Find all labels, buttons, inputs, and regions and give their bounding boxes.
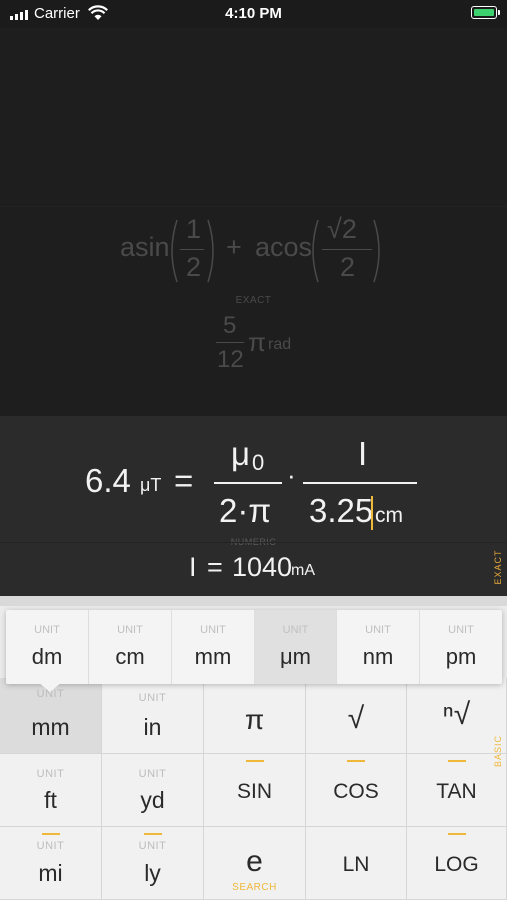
key-label: COS [333, 780, 379, 803]
text-cursor [371, 496, 373, 530]
equals-sign: = [174, 462, 194, 499]
mu-symbol: μ [231, 435, 251, 472]
popup-unit-mm[interactable]: UNIT mm [172, 610, 255, 684]
fraction-bar-left [214, 482, 282, 484]
numerator-right: I [358, 435, 368, 472]
key-nth-root[interactable]: ⁿ√ [407, 678, 507, 754]
key-log[interactable]: LOG [407, 827, 507, 900]
result-value: 1040 [232, 552, 293, 582]
fraction-bar-right [303, 482, 417, 484]
key-label: yd [140, 787, 165, 813]
denominator-left: 2·π [219, 492, 272, 529]
popup-unit-um[interactable]: UNIT μm [255, 610, 337, 684]
key-label: TAN [436, 780, 477, 803]
clock: 4:10 PM [225, 5, 282, 22]
current-expression-panel[interactable]: 6.4 μT = μ 0 2·π · I 3.25 cm NUMERIC I =… [0, 416, 507, 596]
key-in[interactable]: UNIT in [102, 678, 204, 754]
popup-unit-nm[interactable]: UNIT nm [337, 610, 420, 684]
key-yd[interactable]: UNIT yd [102, 754, 204, 827]
right-paren-icon [373, 219, 380, 283]
basic-mode-tab[interactable]: BASIC [493, 731, 503, 771]
unit-label: μm [279, 644, 311, 669]
frac1-denominator: 2 [186, 252, 202, 282]
key-ly[interactable]: UNIT ly [102, 827, 204, 900]
unit-popup: UNIT dm UNIT cm UNIT mm UNIT μm UNIT nm … [6, 610, 502, 684]
status-bar: Carrier 4:10 PM [0, 0, 507, 28]
key-ln[interactable]: LN [306, 827, 407, 900]
unit-label: nm [362, 644, 394, 669]
key-pi[interactable]: π [204, 678, 306, 754]
lhs-value: 6.4 [85, 462, 131, 499]
popup-unit-pm[interactable]: UNIT pm [420, 610, 502, 684]
battery-icon [471, 6, 500, 19]
frac2-denominator: 2 [340, 252, 356, 282]
result-numerator: 5 [223, 312, 237, 339]
frac2-numerator: √2 [327, 214, 357, 244]
key-e[interactable]: e SEARCH [204, 827, 306, 900]
denominator-unit: cm [375, 504, 403, 527]
denominator-value[interactable]: 3.25 [309, 492, 373, 530]
result-denominator: 12 [217, 346, 244, 373]
key-ft[interactable]: UNIT ft [0, 754, 102, 827]
mu-subscript: 0 [252, 450, 265, 475]
popup-unit-dm[interactable]: UNIT dm [6, 610, 89, 684]
left-paren-icon [171, 219, 178, 283]
key-mi[interactable]: UNIT mi [0, 827, 102, 900]
result-pi: π [248, 327, 266, 357]
popup-caret [38, 682, 62, 692]
left-paren-icon [312, 219, 319, 283]
key-label: SIN [236, 780, 272, 803]
acos-function: acos [255, 232, 313, 262]
key-label: ly [144, 860, 161, 886]
right-paren-icon [207, 219, 214, 283]
key-label: mm [31, 714, 70, 740]
popup-unit-cm[interactable]: UNIT cm [89, 610, 172, 684]
lhs-unit: μT [140, 475, 162, 495]
key-label: in [143, 714, 162, 740]
multiply-dot: · [287, 460, 296, 490]
key-cos[interactable]: COS [306, 754, 407, 827]
key-label: LOG [434, 853, 479, 876]
result-unit: mA [291, 562, 315, 579]
history-result[interactable]: 5 12 π rad [214, 312, 324, 382]
plus-sign: + [226, 232, 242, 262]
history-expression[interactable]: asin 1 2 + acos √2 2 [0, 214, 507, 298]
unit-label: pm [445, 644, 477, 669]
search-label: SEARCH [232, 882, 277, 893]
key-sin[interactable]: SIN [204, 754, 306, 827]
asin-function: asin [120, 232, 170, 262]
frac1-numerator: 1 [186, 214, 202, 244]
unit-label: dm [31, 644, 63, 669]
result-equals: = [207, 552, 223, 582]
key-label: LN [342, 853, 370, 876]
sqrt-icon: √ [347, 702, 365, 735]
key-label: mi [38, 860, 63, 886]
result-unit: rad [268, 336, 292, 353]
key-label: ft [44, 787, 57, 813]
exact-mode-tab[interactable]: EXACT [493, 547, 503, 587]
history-mode-label: EXACT [235, 295, 272, 306]
result-variable: I [189, 552, 197, 582]
key-sqrt[interactable]: √ [306, 678, 407, 754]
key-tan[interactable]: TAN [407, 754, 507, 827]
unit-label: mm [194, 644, 232, 669]
divider [0, 542, 507, 543]
key-label: e [246, 845, 263, 878]
key-label: π [244, 704, 265, 735]
unit-label: cm [115, 644, 145, 669]
nth-root-icon: ⁿ√ [442, 698, 471, 731]
history-panel[interactable]: asin 1 2 + acos √2 2 EXACT 5 12 π rad [0, 28, 507, 416]
